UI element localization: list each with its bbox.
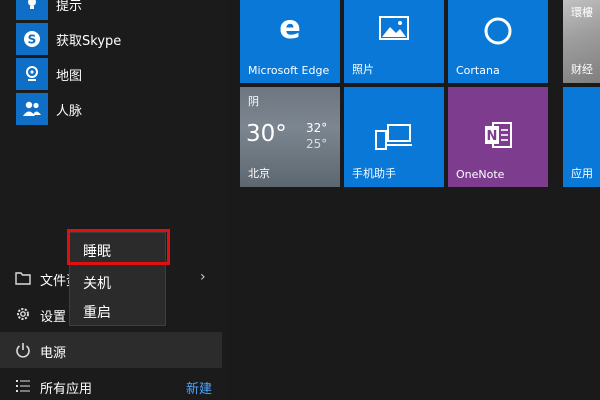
svg-text:N: N [487, 129, 498, 144]
svg-text:e: e [279, 10, 301, 44]
svg-text:S: S [28, 33, 37, 47]
gear-icon [14, 305, 32, 323]
list-icon [14, 377, 32, 395]
menu-item-shutdown[interactable]: 关机 [70, 267, 165, 297]
phone-companion-icon [375, 123, 413, 155]
menu-item-restart[interactable]: 重启 [70, 296, 165, 326]
app-item-skype[interactable]: S 获取Skype [0, 21, 222, 57]
tile-label-weather: 北京 [248, 167, 270, 180]
tips-icon [16, 0, 48, 20]
tile-finance[interactable]: 環樓 财经 [563, 0, 600, 83]
start-menu-left-pane: 提示 S 获取Skype 地图 人脉 文件资源管理器 › 设置 [0, 0, 228, 400]
tile-label-edge: Microsoft Edge [248, 64, 330, 77]
app-item-maps[interactable]: 地图 [0, 56, 222, 92]
weather-condition: 阴 [248, 95, 259, 108]
restart-label: 重启 [83, 305, 111, 321]
tile-label-phone-companion: 手机助手 [352, 167, 396, 180]
app-label-maps: 地图 [56, 68, 83, 84]
tile-phone-companion[interactable]: 手机助手 [344, 87, 444, 187]
folder-icon [14, 269, 32, 287]
skype-icon: S [16, 23, 48, 55]
tile-cortana[interactable]: Cortana [448, 0, 548, 83]
power-label: 电源 [40, 346, 67, 361]
weather-temp: 30° [246, 121, 287, 147]
app-item-tips[interactable]: 提示 [0, 0, 222, 22]
weather-low: 25° [306, 137, 328, 151]
tile-label-finance: 财经 [571, 63, 593, 76]
all-apps-label: 所有应用 [40, 382, 93, 397]
power-item[interactable]: 电源 [0, 332, 222, 368]
weather-high: 32° [306, 121, 328, 135]
tile-onenote[interactable]: N OneNote [448, 87, 548, 187]
shutdown-label: 关机 [83, 276, 111, 292]
app-label-people: 人脉 [56, 103, 83, 119]
power-icon [14, 341, 32, 359]
maps-icon [16, 58, 48, 90]
app-item-people[interactable]: 人脉 [0, 91, 222, 127]
tile-weather[interactable]: 阴 30° 32° 25° 北京 [240, 87, 340, 187]
edge-icon: e [273, 8, 307, 48]
tile-photos[interactable]: 照片 [344, 0, 444, 83]
tile-edge[interactable]: e Microsoft Edge [240, 0, 340, 83]
tile-label-photos: 照片 [352, 63, 374, 76]
new-badge: 新建 [186, 382, 213, 397]
sleep-highlight-box [67, 229, 170, 265]
tile-label-partial-app: 应用 [571, 167, 593, 180]
app-label-skype: 获取Skype [56, 33, 122, 49]
chevron-right-icon[interactable]: › [200, 269, 206, 285]
photos-icon [379, 16, 409, 44]
app-label-tips: 提示 [56, 0, 83, 14]
onenote-icon: N [483, 119, 513, 155]
cortana-icon [483, 16, 513, 50]
tile-label-onenote: OneNote [456, 168, 505, 181]
all-apps-item[interactable]: 所有应用 新建 [0, 368, 222, 400]
tile-label-cortana: Cortana [456, 64, 500, 77]
tile-partial-app[interactable]: 应用 [563, 87, 600, 187]
people-icon [16, 93, 48, 125]
finance-headline: 環樓 [571, 6, 593, 19]
settings-label: 设置 [40, 310, 67, 325]
